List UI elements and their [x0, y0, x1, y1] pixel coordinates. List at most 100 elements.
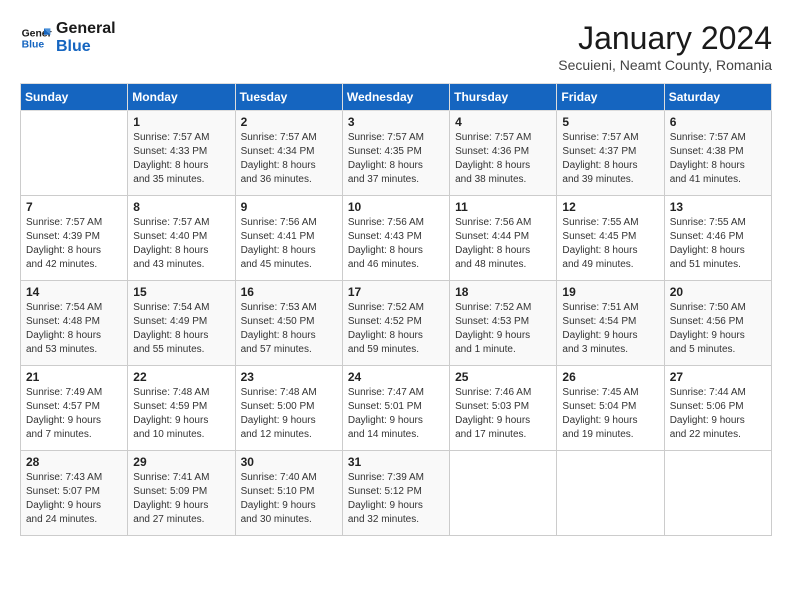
day-cell: 13Sunrise: 7:55 AM Sunset: 4:46 PM Dayli…: [664, 196, 771, 281]
day-cell: 21Sunrise: 7:49 AM Sunset: 4:57 PM Dayli…: [21, 366, 128, 451]
day-number: 2: [241, 115, 337, 129]
day-cell: 1Sunrise: 7:57 AM Sunset: 4:33 PM Daylig…: [128, 111, 235, 196]
day-cell: 12 Sunrise: 7:55 AM Sunset: 4:45 PM Dayli…: [557, 196, 664, 281]
col-monday: Monday: [128, 84, 235, 111]
logo-blue: Blue: [56, 38, 116, 56]
day-info: Sunrise: 7:39 AM Sunset: 5:12 PM Dayligh…: [348, 471, 444, 527]
day-info: Sunrise: 7:54 AM Sunset: 4:48 PM Dayligh…: [26, 301, 122, 357]
day-number: 19: [562, 285, 658, 299]
day-cell: 4Sunrise: 7:57 AM Sunset: 4:36 PM Daylig…: [450, 111, 557, 196]
day-cell: 15 Sunrise: 7:54 AM Sunset: 4:49 PM Dayli…: [128, 281, 235, 366]
day-info: Sunrise: 7:47 AM Sunset: 5:01 PM Dayligh…: [348, 386, 444, 442]
day-number: 13: [670, 200, 766, 214]
page-header: General Blue General Blue January 2024 S…: [20, 20, 772, 73]
day-cell: 18 Sunrise: 7:52 AM Sunset: 4:53 PM Dayli…: [450, 281, 557, 366]
day-cell: [664, 451, 771, 536]
col-sunday: Sunday: [21, 84, 128, 111]
day-cell: 11Sunrise: 7:56 AM Sunset: 4:44 PM Dayli…: [450, 196, 557, 281]
week-row-1: 1Sunrise: 7:57 AM Sunset: 4:33 PM Daylig…: [21, 111, 772, 196]
logo-icon: General Blue: [20, 22, 52, 54]
week-row-5: 28 Sunrise: 7:43 AM Sunset: 5:07 PM Dayli…: [21, 451, 772, 536]
day-number: 22: [133, 370, 229, 384]
day-number: 30: [241, 455, 337, 469]
day-info: Sunrise: 7:48 AM Sunset: 4:59 PM Dayligh…: [133, 386, 229, 442]
day-cell: [557, 451, 664, 536]
day-cell: 24 Sunrise: 7:47 AM Sunset: 5:01 PM Dayli…: [342, 366, 449, 451]
day-info: Sunrise: 7:57 AM Sunset: 4:39 PM Dayligh…: [26, 216, 122, 272]
day-info: Sunrise: 7:50 AM Sunset: 4:56 PM Dayligh…: [670, 301, 766, 357]
day-cell: [450, 451, 557, 536]
day-info: Sunrise: 7:46 AM Sunset: 5:03 PM Dayligh…: [455, 386, 551, 442]
day-info: Sunrise: 7:44 AM Sunset: 5:06 PM Dayligh…: [670, 386, 766, 442]
day-number: 4: [455, 115, 551, 129]
day-cell: [21, 111, 128, 196]
day-number: 28: [26, 455, 122, 469]
day-info: Sunrise: 7:57 AM Sunset: 4:34 PM Dayligh…: [241, 131, 337, 187]
col-saturday: Saturday: [664, 84, 771, 111]
logo-general: General: [56, 20, 116, 38]
day-number: 10: [348, 200, 444, 214]
day-number: 24: [348, 370, 444, 384]
day-info: Sunrise: 7:54 AM Sunset: 4:49 PM Dayligh…: [133, 301, 229, 357]
day-cell: 10 Sunrise: 7:56 AM Sunset: 4:43 PM Dayli…: [342, 196, 449, 281]
day-info: Sunrise: 7:55 AM Sunset: 4:45 PM Dayligh…: [562, 216, 658, 272]
col-tuesday: Tuesday: [235, 84, 342, 111]
day-info: Sunrise: 7:51 AM Sunset: 4:54 PM Dayligh…: [562, 301, 658, 357]
day-cell: 30 Sunrise: 7:40 AM Sunset: 5:10 PM Dayli…: [235, 451, 342, 536]
day-number: 31: [348, 455, 444, 469]
day-number: 21: [26, 370, 122, 384]
day-cell: 27Sunrise: 7:44 AM Sunset: 5:06 PM Dayli…: [664, 366, 771, 451]
day-cell: 19 Sunrise: 7:51 AM Sunset: 4:54 PM Dayli…: [557, 281, 664, 366]
calendar-table: Sunday Monday Tuesday Wednesday Thursday…: [20, 83, 772, 536]
week-row-2: 7Sunrise: 7:57 AM Sunset: 4:39 PM Daylig…: [21, 196, 772, 281]
day-info: Sunrise: 7:41 AM Sunset: 5:09 PM Dayligh…: [133, 471, 229, 527]
day-info: Sunrise: 7:56 AM Sunset: 4:44 PM Dayligh…: [455, 216, 551, 272]
day-info: Sunrise: 7:45 AM Sunset: 5:04 PM Dayligh…: [562, 386, 658, 442]
day-info: Sunrise: 7:52 AM Sunset: 4:52 PM Dayligh…: [348, 301, 444, 357]
month-year-title: January 2024: [558, 20, 772, 57]
day-cell: 23Sunrise: 7:48 AM Sunset: 5:00 PM Dayli…: [235, 366, 342, 451]
day-cell: 9 Sunrise: 7:56 AM Sunset: 4:41 PM Daylig…: [235, 196, 342, 281]
day-number: 12: [562, 200, 658, 214]
day-cell: 28 Sunrise: 7:43 AM Sunset: 5:07 PM Dayli…: [21, 451, 128, 536]
day-cell: 31 Sunrise: 7:39 AM Sunset: 5:12 PM Dayli…: [342, 451, 449, 536]
day-cell: 14 Sunrise: 7:54 AM Sunset: 4:48 PM Dayli…: [21, 281, 128, 366]
day-cell: 29 Sunrise: 7:41 AM Sunset: 5:09 PM Dayli…: [128, 451, 235, 536]
day-number: 15: [133, 285, 229, 299]
week-row-3: 14 Sunrise: 7:54 AM Sunset: 4:48 PM Dayli…: [21, 281, 772, 366]
day-info: Sunrise: 7:43 AM Sunset: 5:07 PM Dayligh…: [26, 471, 122, 527]
header-row: Sunday Monday Tuesday Wednesday Thursday…: [21, 84, 772, 111]
day-cell: 22 Sunrise: 7:48 AM Sunset: 4:59 PM Dayli…: [128, 366, 235, 451]
col-thursday: Thursday: [450, 84, 557, 111]
title-block: January 2024 Secuieni, Neamt County, Rom…: [558, 20, 772, 73]
day-info: Sunrise: 7:57 AM Sunset: 4:35 PM Dayligh…: [348, 131, 444, 187]
day-number: 3: [348, 115, 444, 129]
location-subtitle: Secuieni, Neamt County, Romania: [558, 57, 772, 73]
day-info: Sunrise: 7:52 AM Sunset: 4:53 PM Dayligh…: [455, 301, 551, 357]
day-info: Sunrise: 7:57 AM Sunset: 4:37 PM Dayligh…: [562, 131, 658, 187]
day-cell: 3 Sunrise: 7:57 AM Sunset: 4:35 PM Daylig…: [342, 111, 449, 196]
svg-text:Blue: Blue: [22, 39, 45, 50]
day-info: Sunrise: 7:56 AM Sunset: 4:43 PM Dayligh…: [348, 216, 444, 272]
day-cell: 8 Sunrise: 7:57 AM Sunset: 4:40 PM Daylig…: [128, 196, 235, 281]
day-info: Sunrise: 7:40 AM Sunset: 5:10 PM Dayligh…: [241, 471, 337, 527]
day-cell: 5Sunrise: 7:57 AM Sunset: 4:37 PM Daylig…: [557, 111, 664, 196]
week-row-4: 21Sunrise: 7:49 AM Sunset: 4:57 PM Dayli…: [21, 366, 772, 451]
day-number: 8: [133, 200, 229, 214]
col-wednesday: Wednesday: [342, 84, 449, 111]
day-cell: 7Sunrise: 7:57 AM Sunset: 4:39 PM Daylig…: [21, 196, 128, 281]
day-number: 14: [26, 285, 122, 299]
day-info: Sunrise: 7:53 AM Sunset: 4:50 PM Dayligh…: [241, 301, 337, 357]
day-info: Sunrise: 7:57 AM Sunset: 4:33 PM Dayligh…: [133, 131, 229, 187]
day-cell: 26Sunrise: 7:45 AM Sunset: 5:04 PM Dayli…: [557, 366, 664, 451]
day-cell: 20 Sunrise: 7:50 AM Sunset: 4:56 PM Dayli…: [664, 281, 771, 366]
day-cell: 25 Sunrise: 7:46 AM Sunset: 5:03 PM Dayli…: [450, 366, 557, 451]
day-number: 18: [455, 285, 551, 299]
day-info: Sunrise: 7:56 AM Sunset: 4:41 PM Dayligh…: [241, 216, 337, 272]
day-number: 29: [133, 455, 229, 469]
day-number: 20: [670, 285, 766, 299]
day-number: 25: [455, 370, 551, 384]
col-friday: Friday: [557, 84, 664, 111]
day-number: 9: [241, 200, 337, 214]
day-info: Sunrise: 7:57 AM Sunset: 4:40 PM Dayligh…: [133, 216, 229, 272]
